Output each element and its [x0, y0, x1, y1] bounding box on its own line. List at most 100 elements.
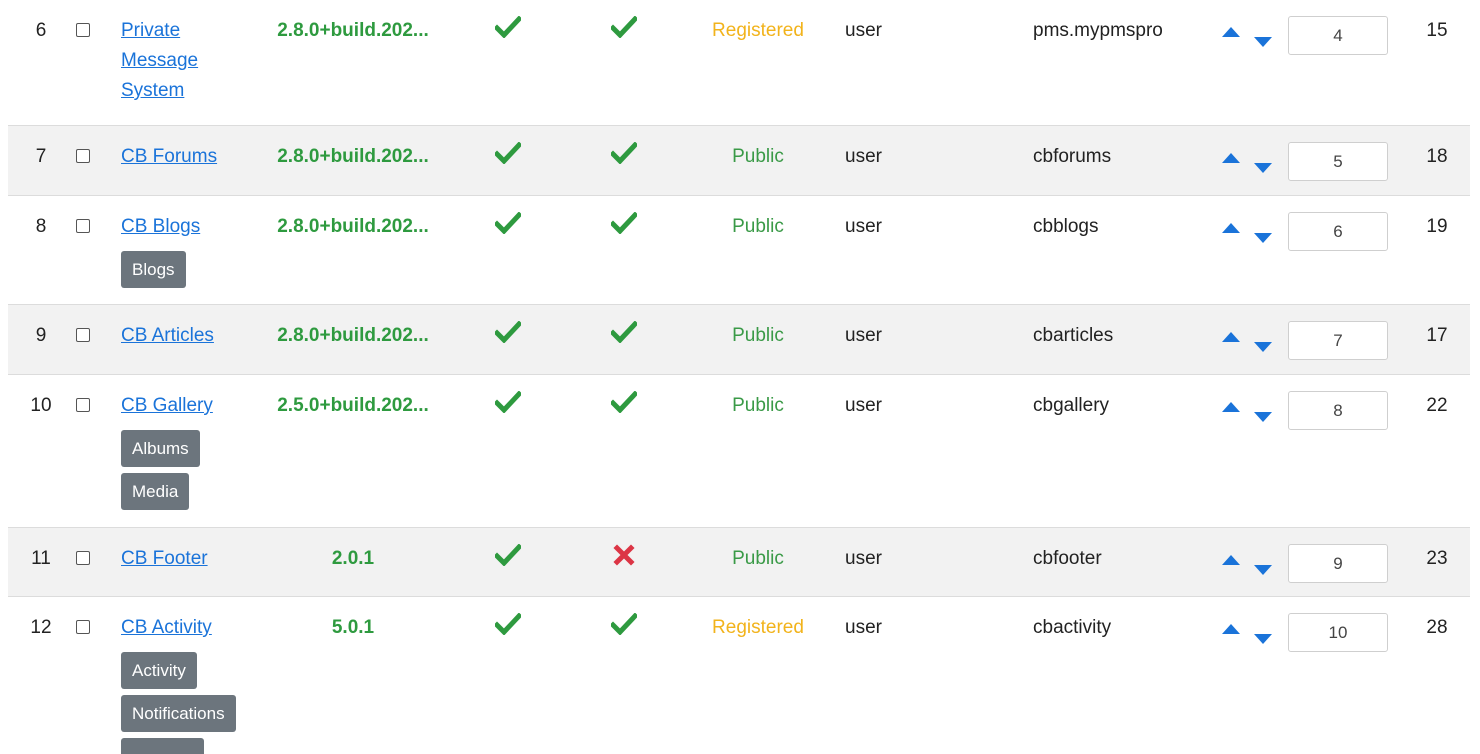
access-level[interactable]: Registered — [688, 16, 828, 46]
row-checkbox[interactable] — [76, 219, 90, 233]
ordering-arrows — [1220, 142, 1272, 182]
compat-check-icon — [606, 390, 642, 421]
plugin-title-link[interactable]: CB Footer — [121, 548, 208, 569]
ordering-arrows — [1220, 16, 1272, 56]
published-check-icon[interactable] — [490, 390, 526, 421]
plugin-type: user — [845, 548, 882, 569]
row-checkbox[interactable] — [76, 328, 90, 342]
move-down-icon[interactable] — [1254, 37, 1272, 47]
published-check-icon[interactable] — [490, 141, 526, 172]
table-row: 11 CB Footer 2.0.1 Public user cbfooter … — [8, 528, 1470, 597]
plugin-element: cbfooter — [1033, 548, 1102, 569]
move-up-icon[interactable] — [1222, 402, 1240, 412]
table-row: 12 CB Activity Activity Notifications 5.… — [8, 597, 1470, 754]
move-down-icon[interactable] — [1254, 565, 1272, 575]
tag-badge-clipped[interactable] — [121, 738, 204, 754]
row-number: 7 — [35, 146, 47, 167]
plugin-version: 2.8.0+build.202... — [277, 325, 429, 346]
move-down-icon[interactable] — [1254, 233, 1272, 243]
move-down-icon[interactable] — [1254, 342, 1272, 352]
compat-cross-icon — [606, 544, 642, 574]
plugin-title-link[interactable]: CB Gallery — [121, 395, 213, 416]
ordering-input[interactable] — [1288, 16, 1388, 55]
ordering-input[interactable] — [1288, 613, 1388, 652]
tag-badge[interactable]: Media — [121, 473, 190, 510]
tag-badge[interactable]: Albums — [121, 430, 200, 467]
move-down-icon[interactable] — [1254, 163, 1272, 173]
move-down-icon[interactable] — [1254, 412, 1272, 422]
move-up-icon[interactable] — [1222, 332, 1240, 342]
plugin-version: 5.0.1 — [331, 617, 375, 638]
access-level[interactable]: Public — [688, 212, 828, 242]
access-level[interactable]: Public — [688, 391, 828, 421]
published-check-icon[interactable] — [490, 543, 526, 574]
ordering-arrows — [1220, 613, 1272, 653]
plugin-id: 28 — [1426, 617, 1448, 638]
plugin-version: 2.8.0+build.202... — [277, 216, 429, 237]
compat-check-icon — [606, 320, 642, 351]
move-up-icon[interactable] — [1222, 223, 1240, 233]
compat-check-icon — [606, 211, 642, 242]
row-number: 11 — [31, 548, 51, 569]
plugin-title: CB Articles — [121, 321, 261, 351]
access-level[interactable]: Registered — [688, 613, 828, 643]
row-checkbox[interactable] — [76, 149, 90, 163]
row-number: 6 — [35, 20, 47, 41]
plugin-title-link[interactable]: CB Articles — [121, 325, 214, 346]
table-row: 8 CB Blogs Blogs 2.8.0+build.202... Publ… — [8, 196, 1470, 305]
row-checkbox[interactable] — [76, 620, 90, 634]
plugin-type: user — [845, 146, 882, 167]
ordering-arrows — [1220, 212, 1272, 252]
plugin-type: user — [845, 325, 882, 346]
plugin-id: 18 — [1426, 146, 1448, 167]
access-level[interactable]: Public — [688, 544, 828, 574]
ordering-input[interactable] — [1288, 391, 1388, 430]
tag-badge[interactable]: Blogs — [121, 251, 186, 288]
plugin-title-link[interactable]: CB Activity — [121, 617, 212, 638]
tag-badge[interactable]: Activity — [121, 652, 197, 689]
plugin-type: user — [845, 20, 882, 41]
plugin-tags: Activity Notifications — [121, 652, 236, 754]
plugin-title: CB Forums — [121, 142, 261, 172]
plugin-title: CB Blogs — [121, 212, 261, 242]
row-checkbox[interactable] — [76, 398, 90, 412]
plugin-id: 22 — [1426, 395, 1448, 416]
compat-check-icon — [606, 141, 642, 172]
move-down-icon[interactable] — [1254, 634, 1272, 644]
plugin-element: cbarticles — [1033, 325, 1114, 346]
plugin-title: CB Gallery — [121, 391, 261, 421]
ordering-input[interactable] — [1288, 544, 1388, 583]
ordering-input[interactable] — [1288, 212, 1388, 251]
row-checkbox[interactable] — [76, 23, 90, 37]
plugin-element: cbgallery — [1033, 395, 1110, 416]
plugin-title-link[interactable]: CB Blogs — [121, 216, 200, 237]
ordering-input[interactable] — [1288, 142, 1388, 181]
plugin-title-link[interactable]: Private Message System — [121, 20, 198, 101]
table-row: 9 CB Articles 2.8.0+build.202... Public … — [8, 305, 1470, 375]
access-level[interactable]: Public — [688, 321, 828, 351]
plugin-tags: Albums Media — [121, 430, 200, 516]
move-up-icon[interactable] — [1222, 624, 1240, 634]
compat-check-icon — [606, 15, 642, 46]
plugin-type: user — [845, 216, 882, 237]
table-row: 6 Private Message System 2.8.0+build.202… — [8, 0, 1470, 126]
plugin-id: 17 — [1426, 325, 1448, 346]
plugin-title: CB Activity — [121, 613, 261, 643]
move-up-icon[interactable] — [1222, 27, 1240, 37]
row-checkbox[interactable] — [76, 551, 90, 565]
plugin-title-link[interactable]: CB Forums — [121, 146, 217, 167]
move-up-icon[interactable] — [1222, 153, 1240, 163]
tag-badge[interactable]: Notifications — [121, 695, 236, 732]
plugins-table: 6 Private Message System 2.8.0+build.202… — [8, 0, 1470, 754]
published-check-icon[interactable] — [490, 320, 526, 351]
row-number: 9 — [35, 325, 47, 346]
ordering-input[interactable] — [1288, 321, 1388, 360]
published-check-icon[interactable] — [490, 211, 526, 242]
plugin-id: 15 — [1426, 20, 1448, 41]
published-check-icon[interactable] — [490, 612, 526, 643]
access-level[interactable]: Public — [688, 142, 828, 172]
plugin-type: user — [845, 395, 882, 416]
published-check-icon[interactable] — [490, 15, 526, 46]
plugin-version: 2.8.0+build.202... — [277, 20, 429, 41]
move-up-icon[interactable] — [1222, 555, 1240, 565]
